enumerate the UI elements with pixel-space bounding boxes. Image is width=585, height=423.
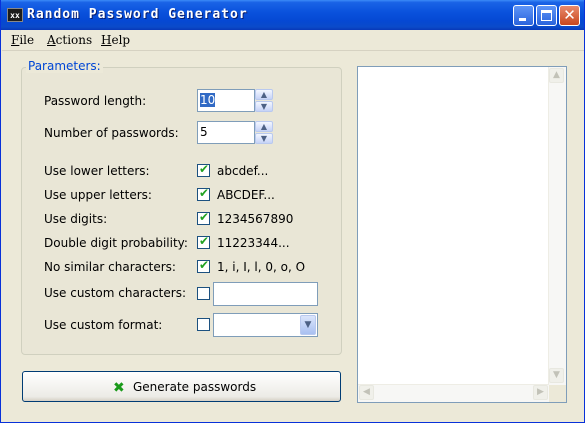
use-custom-format-label: Use custom format: (44, 318, 163, 332)
password-length-input[interactable]: 10 (197, 89, 255, 112)
password-length-label: Password length: (44, 94, 147, 108)
app-window: xx Random Password Generator ✕ File Acti… (0, 0, 585, 423)
minimize-button[interactable] (513, 5, 534, 26)
menu-help[interactable]: Help (101, 33, 130, 47)
password-length-spin-buttons: ▲ ▼ (255, 89, 273, 112)
password-length-increase-button[interactable]: ▲ (255, 89, 273, 100)
chevron-up-icon: ▲ (260, 90, 268, 99)
use-lower-letters-label: Use lower letters: (44, 164, 150, 178)
parameters-group (21, 67, 342, 355)
maximize-button[interactable] (536, 5, 557, 26)
chevron-up-icon: ▲ (260, 122, 268, 131)
use-upper-letters-label: Use upper letters: (44, 188, 152, 202)
menu-file[interactable]: File (11, 33, 34, 47)
use-digits-sample: 1234567890 (217, 212, 294, 226)
custom-format-combobox[interactable]: ▼ (213, 313, 318, 337)
password-length-value: 10 (200, 93, 216, 107)
custom-format-dropdown-button[interactable]: ▼ (300, 315, 316, 335)
double-digit-probability-checkbox[interactable]: ✔ (197, 234, 210, 249)
close-button[interactable]: ✕ (559, 5, 580, 26)
use-lower-letters-checkbox[interactable]: ✔ (197, 162, 210, 177)
number-of-passwords-input[interactable]: 5 (197, 121, 255, 144)
number-of-passwords-spinner: 5 ▲ ▼ (197, 121, 277, 144)
menu-actions-label: ctions (55, 33, 93, 47)
number-of-passwords-decrease-button[interactable]: ▼ (255, 133, 273, 144)
window-title: Random Password Generator (27, 7, 248, 22)
use-upper-letters-sample: ABCDEF... (217, 188, 275, 202)
menu-help-mnemonic: H (101, 33, 112, 47)
use-custom-characters-label: Use custom characters: (44, 286, 186, 300)
menu-actions[interactable]: Actions (47, 33, 92, 47)
check-icon: ✔ (199, 258, 210, 272)
check-icon: ✔ (199, 186, 210, 200)
minimize-icon (519, 18, 526, 21)
generate-passwords-label: Generate passwords (133, 380, 257, 394)
password-length-decrease-button[interactable]: ▼ (255, 101, 273, 112)
check-icon: ✔ (199, 234, 210, 248)
scroll-up-button[interactable]: ▲ (549, 68, 564, 83)
number-of-passwords-increase-button[interactable]: ▲ (255, 121, 273, 132)
use-upper-letters-checkbox[interactable]: ✔ (197, 186, 210, 201)
use-digits-checkbox[interactable]: ✔ (197, 210, 210, 225)
number-of-passwords-spin-buttons: ▲ ▼ (255, 121, 273, 144)
no-similar-characters-sample: 1, i, I, l, 0, o, O (217, 260, 306, 274)
title-bar[interactable]: xx Random Password Generator ✕ (1, 0, 584, 30)
no-similar-characters-label: No similar characters: (44, 260, 176, 274)
scroll-down-button[interactable]: ▼ (549, 368, 564, 383)
custom-characters-input[interactable] (213, 282, 318, 306)
use-custom-characters-checkbox[interactable] (197, 287, 210, 300)
vertical-scrollbar[interactable]: ▲ ▼ (548, 67, 566, 385)
menu-actions-mnemonic: A (47, 33, 56, 47)
generate-passwords-button[interactable]: ✖ Generate passwords (22, 371, 341, 402)
app-icon[interactable]: xx (7, 8, 23, 22)
password-length-spinner: 10 ▲ ▼ (197, 89, 277, 112)
scroll-up-icon: ▲ (553, 70, 560, 80)
use-digits-label: Use digits: (44, 212, 108, 226)
password-output-area[interactable]: ▲ ▼ ◀ ▶ (357, 66, 567, 403)
no-similar-characters-checkbox[interactable]: ✔ (197, 258, 210, 273)
parameters-group-title: Parameters: (26, 59, 103, 73)
scroll-right-button[interactable]: ▶ (533, 385, 548, 400)
menu-bar: File Actions Help (2, 30, 584, 51)
generate-icon: ✖ (113, 380, 125, 396)
scroll-down-icon: ▼ (553, 370, 560, 380)
horizontal-scrollbar[interactable]: ◀ ▶ (358, 384, 549, 402)
use-lower-letters-sample: abcdef... (217, 164, 269, 178)
chevron-down-icon: ▼ (260, 102, 268, 111)
number-of-passwords-value: 5 (200, 125, 208, 139)
chevron-down-icon: ▼ (260, 134, 268, 143)
double-digit-probability-label: Double digit probability: (44, 236, 188, 250)
use-custom-format-checkbox[interactable] (197, 318, 210, 331)
close-icon: ✕ (563, 6, 576, 24)
menu-help-label: elp (111, 33, 131, 47)
menu-file-label: ile (19, 33, 35, 47)
number-of-passwords-label: Number of passwords: (44, 126, 179, 140)
scroll-left-button[interactable]: ◀ (359, 385, 374, 400)
scrollbar-corner (549, 385, 566, 402)
scroll-right-icon: ▶ (537, 387, 544, 397)
check-icon: ✔ (199, 162, 210, 176)
double-digit-probability-sample: 11223344... (217, 236, 290, 250)
scroll-left-icon: ◀ (363, 387, 370, 397)
chevron-down-icon: ▼ (304, 320, 312, 330)
maximize-icon (541, 10, 552, 21)
check-icon: ✔ (199, 210, 210, 224)
